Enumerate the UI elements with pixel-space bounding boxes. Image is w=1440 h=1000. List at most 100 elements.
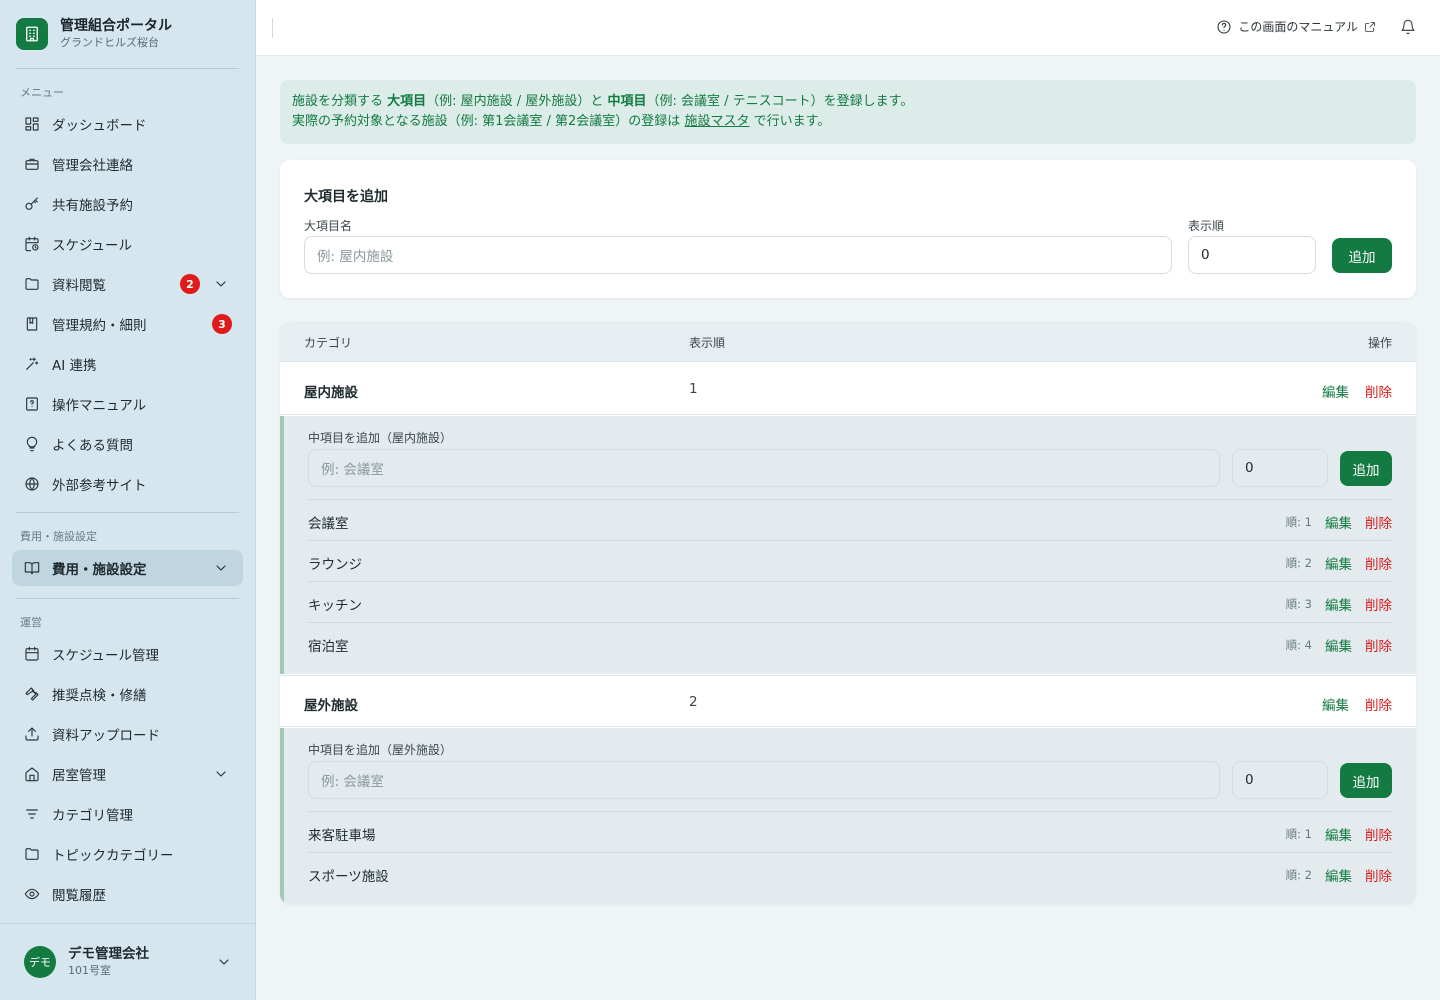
sidebar-item-schedule[interactable]: スケジュール	[12, 226, 243, 262]
add-major-card: 大項目を追加 大項目名 例: 屋内施設 表示順 0 追加	[280, 160, 1416, 298]
sidebar-item-documents[interactable]: 資料閲覧 2	[12, 266, 243, 302]
calendar-icon	[24, 646, 40, 662]
sidebar-item-label: 居室管理	[52, 768, 106, 784]
edit-button[interactable]: 編集	[1325, 865, 1352, 885]
count-badge: 2	[180, 274, 200, 294]
chevron-down-icon[interactable]	[213, 276, 229, 292]
column-header-category: カテゴリ	[304, 336, 353, 350]
chevron-down-icon[interactable]	[213, 560, 229, 576]
category-order: 2	[689, 694, 698, 710]
add-major-button[interactable]: 追加	[1332, 238, 1392, 273]
edit-button[interactable]: 編集	[1325, 635, 1352, 655]
manual-link-label: この画面のマニュアル	[1238, 20, 1358, 34]
edit-button[interactable]: 編集	[1325, 824, 1352, 844]
edit-button[interactable]: 編集	[1322, 381, 1349, 401]
delete-button[interactable]: 削除	[1365, 865, 1392, 885]
delete-button[interactable]: 削除	[1365, 594, 1392, 614]
divider	[272, 18, 273, 38]
delete-button[interactable]: 削除	[1365, 824, 1392, 844]
sidebar-item-label: カテゴリ管理	[52, 808, 133, 824]
sub-name-input[interactable]: 例: 会議室	[308, 449, 1220, 487]
help-circle-icon	[1217, 19, 1231, 34]
category-row: 屋外施設 2 編集 削除	[280, 675, 1416, 727]
sidebar-item-management-contact[interactable]: 管理会社連絡	[12, 146, 243, 182]
sidebar-item-label: 管理会社連絡	[52, 158, 133, 174]
info-bold: 大項目	[387, 94, 427, 109]
count-badge: 3	[212, 314, 232, 334]
subcategory-order: 順: 3	[1285, 597, 1312, 611]
sidebar-item-label: トピックカテゴリー	[52, 848, 174, 864]
info-line-1: 施設を分類する 大項目（例: 屋内施設 / 屋外施設）と 中項目（例: 会議室 …	[292, 92, 1404, 112]
sidebar-item-label: よくある質問	[52, 438, 133, 454]
sidebar-item-label: スケジュール	[52, 238, 133, 254]
sidebar-item-dashboard[interactable]: ダッシュボード	[12, 106, 243, 142]
category-name: 屋外施設	[304, 698, 358, 714]
folder-icon	[24, 846, 40, 862]
edit-button[interactable]: 編集	[1322, 694, 1349, 714]
sidebar-item-faq[interactable]: よくある質問	[12, 426, 243, 462]
sub-order-input[interactable]: 0	[1232, 761, 1328, 799]
add-sub-button[interactable]: 追加	[1340, 451, 1392, 486]
add-sub-label: 中項目を追加（屋内施設）	[308, 431, 453, 445]
subcategory-row: キッチン 順: 3 編集 削除	[308, 581, 1392, 622]
filter-icon	[24, 806, 40, 822]
edit-button[interactable]: 編集	[1325, 512, 1352, 532]
category-order: 1	[689, 381, 698, 397]
delete-button[interactable]: 削除	[1365, 635, 1392, 655]
sidebar-item-inspection[interactable]: 推奨点検・修繕	[12, 676, 243, 712]
sub-name-input[interactable]: 例: 会議室	[308, 761, 1220, 799]
sub-order-input[interactable]: 0	[1232, 449, 1328, 487]
bell-icon[interactable]	[1400, 19, 1416, 39]
sidebar-item-manual[interactable]: 操作マニュアル	[12, 386, 243, 422]
subcategory-order: 順: 2	[1285, 556, 1312, 570]
sidebar-item-bylaws[interactable]: 管理規約・細則 3	[12, 306, 243, 342]
delete-button[interactable]: 削除	[1365, 512, 1392, 532]
subcategory-block: 中項目を追加（屋外施設） 例: 会議室 0 追加 来客駐車場 順: 1 編集 削…	[280, 728, 1416, 904]
edit-button[interactable]: 編集	[1325, 553, 1352, 573]
info-bold: 中項目	[607, 94, 647, 109]
divider	[16, 512, 239, 513]
calendar-clock-icon	[24, 236, 40, 252]
sidebar-item-ai[interactable]: AI 連携	[12, 346, 243, 382]
subcategory-order: 順: 4	[1285, 638, 1312, 652]
manual-icon	[24, 396, 40, 412]
subcategory-row: ラウンジ 順: 2 編集 削除	[308, 540, 1392, 581]
open-book-icon	[24, 560, 40, 576]
manual-link[interactable]: この画面のマニュアル	[1216, 18, 1376, 35]
sidebar-item-view-history[interactable]: 閲覧履歴	[12, 876, 243, 912]
major-order-input[interactable]: 0	[1188, 236, 1316, 274]
sidebar-item-room-management[interactable]: 居室管理	[12, 756, 243, 792]
chevron-down-icon[interactable]	[216, 954, 232, 970]
delete-button[interactable]: 削除	[1365, 553, 1392, 573]
add-sub-label: 中項目を追加（屋外施設）	[308, 743, 453, 757]
globe-icon	[24, 476, 40, 492]
info-banner: 施設を分類する 大項目（例: 屋内施設 / 屋外施設）と 中項目（例: 会議室 …	[280, 80, 1416, 144]
sidebar-item-label: 管理規約・細則	[52, 318, 147, 334]
sidebar-item-label: ダッシュボード	[52, 118, 147, 134]
sidebar-item-fee-facility-settings[interactable]: 費用・施設設定	[12, 550, 243, 586]
user-name: デモ管理会社	[68, 946, 149, 962]
delete-button[interactable]: 削除	[1365, 381, 1392, 401]
sidebar-item-schedule-management[interactable]: スケジュール管理	[12, 636, 243, 672]
sidebar-item-upload[interactable]: 資料アップロード	[12, 716, 243, 752]
delete-button[interactable]: 削除	[1365, 694, 1392, 714]
brand[interactable]: 管理組合ポータル グランドヒルズ桜台	[0, 0, 255, 68]
edit-button[interactable]: 編集	[1325, 594, 1352, 614]
sidebar-item-label: 閲覧履歴	[52, 888, 106, 904]
chevron-down-icon[interactable]	[213, 766, 229, 782]
section-label-menu: メニュー	[20, 86, 64, 99]
sidebar-item-label: スケジュール管理	[52, 648, 160, 664]
sidebar-item-topic-category[interactable]: トピックカテゴリー	[12, 836, 243, 872]
sidebar-item-label: 資料閲覧	[52, 278, 106, 294]
sidebar-item-category-management[interactable]: カテゴリ管理	[12, 796, 243, 832]
add-sub-button[interactable]: 追加	[1340, 763, 1392, 798]
sidebar-item-external-sites[interactable]: 外部参考サイト	[12, 466, 243, 502]
sidebar-item-facility-booking[interactable]: 共有施設予約	[12, 186, 243, 222]
sidebar-item-label: 外部参考サイト	[52, 478, 147, 494]
major-name-input[interactable]: 例: 屋内施設	[304, 236, 1172, 274]
info-text: （例: 会議室 / テニスコート）を登録します。	[646, 94, 914, 109]
category-row: 屋内施設 1 編集 削除	[280, 363, 1416, 415]
facility-master-link[interactable]: 施設マスタ	[684, 114, 749, 129]
user-menu[interactable]: デモ デモ管理会社 101号室	[0, 923, 256, 1000]
subcategory-row: 宿泊室 順: 4 編集 削除	[308, 622, 1392, 663]
